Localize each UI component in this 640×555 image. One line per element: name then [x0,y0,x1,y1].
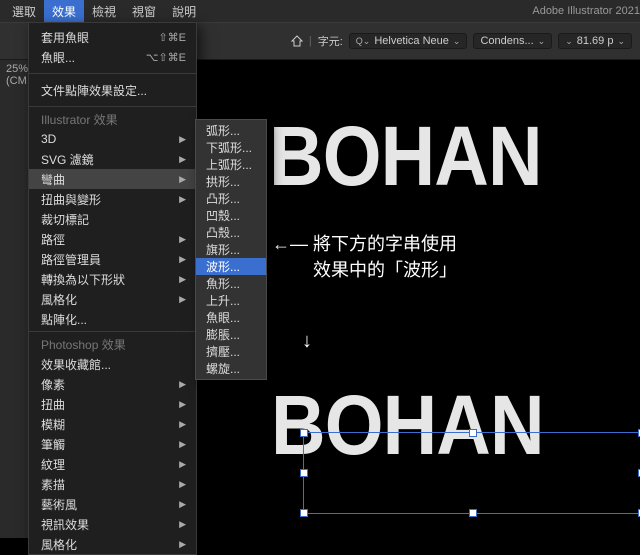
warp-wave[interactable]: 波形... [196,258,266,275]
menu-distort-transform[interactable]: 扭曲與變形▶ [29,189,196,209]
menu-select[interactable]: 選取 [4,0,44,22]
menu-fisheye[interactable]: 魚眼...⌥⇧⌘E [29,47,196,67]
handle-ml[interactable] [300,469,308,477]
annotation-text: ←— 將下方的字串使用 效果中的「波形」 [272,231,457,283]
warp-bulge[interactable]: 凸形... [196,190,266,207]
menu-rasterize[interactable]: 點陣化... [29,309,196,329]
menu-view[interactable]: 檢視 [84,0,124,22]
warp-fisheye[interactable]: 魚眼... [196,309,266,326]
warp-shell-upper[interactable]: 凸殼... [196,224,266,241]
warp-fish[interactable]: 魚形... [196,275,266,292]
menu-stylize-ps[interactable]: 風格化▶ [29,534,196,554]
menu-convert-shape[interactable]: 轉換為以下形狀▶ [29,269,196,289]
warp-inflate[interactable]: 膨脹... [196,326,266,343]
app-title: Adobe Illustrator 2021 [400,0,640,22]
warp-arc-lower[interactable]: 下弧形... [196,139,266,156]
font-size-field[interactable]: ⌄ 81.69 p⌄ [558,33,632,49]
menu-pathfinder[interactable]: 路徑管理員▶ [29,249,196,269]
warp-arc-upper[interactable]: 上弧形... [196,156,266,173]
effects-dropdown: 套用魚眼⇧⌘E 魚眼...⌥⇧⌘E 文件點陣效果設定... Illustrato… [28,22,197,555]
menu-path[interactable]: 路徑▶ [29,229,196,249]
warp-rise[interactable]: 上升... [196,292,266,309]
menu-window[interactable]: 視窗 [124,0,164,22]
menu-pixelate[interactable]: 像素▶ [29,374,196,394]
menu-texture[interactable]: 紋理▶ [29,454,196,474]
menu-crop-marks[interactable]: 裁切標記 [29,209,196,229]
menu-sketch[interactable]: 素描▶ [29,474,196,494]
home-icon[interactable] [291,35,303,47]
warp-twist[interactable]: 螺旋... [196,360,266,377]
selection-box[interactable] [303,432,640,514]
annotation-down-arrow: ↓ [302,328,312,354]
menu-raster-settings[interactable]: 文件點陣效果設定... [29,80,196,100]
handle-tm[interactable] [469,429,477,437]
menu-help[interactable]: 說明 [164,0,204,22]
warp-arc[interactable]: 弧形... [196,122,266,139]
warp-squeeze[interactable]: 擠壓... [196,343,266,360]
handle-bl[interactable] [300,509,308,517]
warp-shell-lower[interactable]: 凹殼... [196,207,266,224]
character-label: 字元: [318,33,343,49]
section-photoshop-effects: Photoshop 效果 [29,334,196,354]
menu-artistic[interactable]: 藝術風▶ [29,494,196,514]
menu-distort[interactable]: 扭曲▶ [29,394,196,414]
warp-arch[interactable]: 拱形... [196,173,266,190]
menu-bar: 選取 效果 檢視 視窗 說明 Adobe Illustrator 2021 [0,0,640,22]
menu-3d[interactable]: 3D▶ [29,129,196,149]
menu-blur[interactable]: 模糊▶ [29,414,196,434]
text-object-top[interactable]: BOHAN [269,108,542,205]
menu-apply-fisheye[interactable]: 套用魚眼⇧⌘E [29,27,196,47]
section-illustrator-effects: Illustrator 效果 [29,109,196,129]
menu-effects[interactable]: 效果 [44,0,84,22]
warp-flag[interactable]: 旗形... [196,241,266,258]
menu-video[interactable]: 視訊效果▶ [29,514,196,534]
font-family-dropdown[interactable]: Q⌄ Helvetica Neue ⌄ [349,33,468,49]
menu-brush-strokes[interactable]: 筆觸▶ [29,434,196,454]
menu-warp[interactable]: 彎曲▶ [29,169,196,189]
menu-effect-gallery[interactable]: 效果收藏館... [29,354,196,374]
handle-bm[interactable] [469,509,477,517]
warp-submenu: 弧形... 下弧形... 上弧形... 拱形... 凸形... 凹殼... 凸殼… [195,119,267,380]
menu-stylize[interactable]: 風格化▶ [29,289,196,309]
zoom-level[interactable]: 25% (CM [6,63,28,87]
font-style-dropdown[interactable]: Condens...⌄ [473,33,552,49]
menu-svg-filters[interactable]: SVG 濾鏡▶ [29,149,196,169]
handle-tl[interactable] [300,429,308,437]
